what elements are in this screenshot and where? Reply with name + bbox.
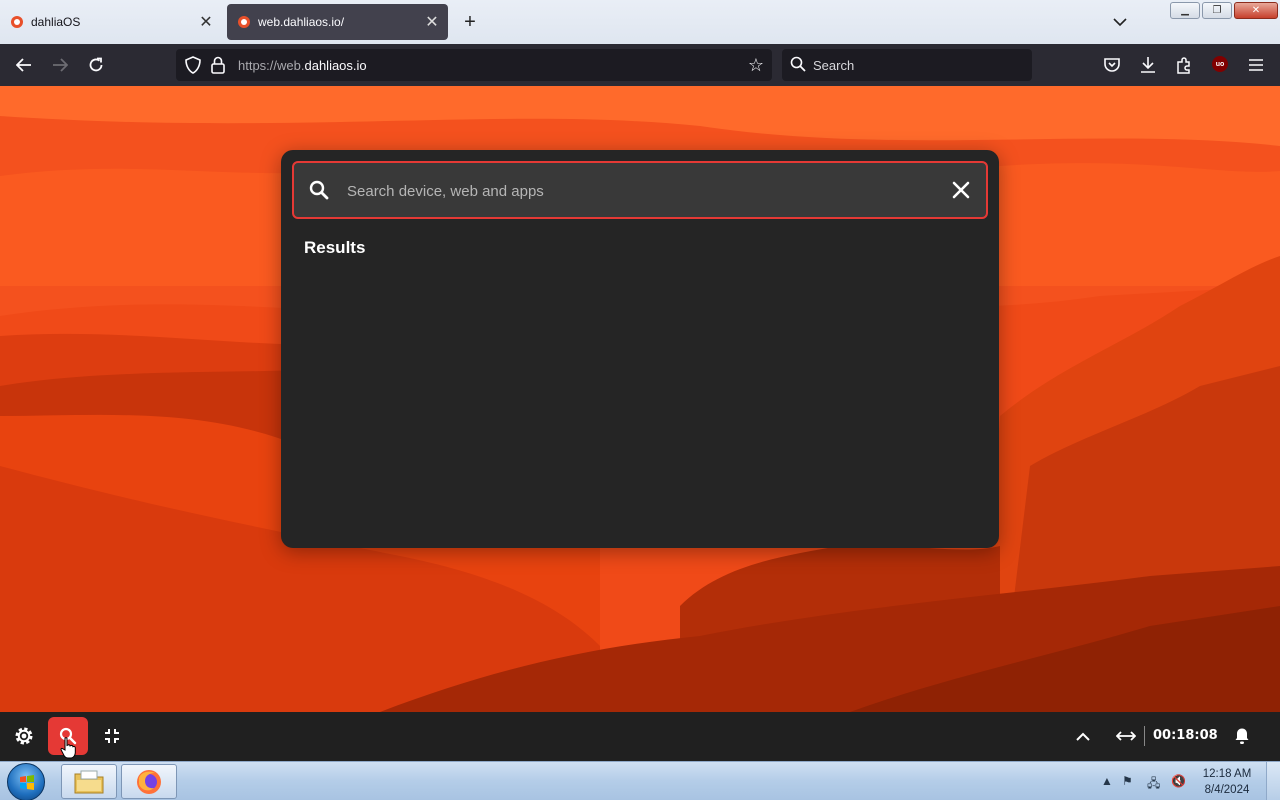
ublock-origin-icon[interactable]: uo	[1212, 56, 1228, 72]
file-explorer-taskbar-button[interactable]	[61, 764, 117, 799]
back-icon[interactable]	[12, 53, 36, 77]
os-shelf: 00:18:08	[0, 712, 1280, 761]
launcher-search-input[interactable]	[347, 178, 927, 204]
pocket-icon[interactable]	[1100, 53, 1124, 77]
overview-grid-icon[interactable]	[92, 717, 132, 755]
tab-strip: dahliaOS ✕ web.dahliaos.io/ ✕ + ▁ ❐ ✕	[0, 0, 1280, 44]
hand-cursor-icon	[60, 737, 76, 764]
lock-icon[interactable]	[210, 55, 226, 80]
dahlia-favicon-icon	[238, 16, 250, 28]
chevron-up-icon[interactable]	[1063, 717, 1103, 755]
url-bar[interactable]: https://web.dahliaos.io ☆	[176, 49, 772, 81]
show-hidden-icons-chevron-icon[interactable]: ▲	[1101, 774, 1113, 788]
windows-taskbar: ▲ ⚑ 🖧 🔇 12:18 AM 8/4/2024	[0, 761, 1280, 800]
list-all-tabs-chevron-icon[interactable]	[1108, 10, 1132, 34]
shelf-divider	[1144, 726, 1145, 746]
new-tab-button[interactable]: +	[458, 10, 482, 34]
menu-hamburger-icon[interactable]	[1244, 53, 1268, 77]
forward-icon[interactable]	[48, 53, 72, 77]
firefox-icon	[137, 769, 161, 794]
reload-icon[interactable]	[84, 53, 108, 77]
taskbar-clock[interactable]: 12:18 AM 8/4/2024	[1196, 766, 1258, 798]
results-heading: Results	[304, 238, 366, 257]
downloads-icon[interactable]	[1136, 53, 1160, 77]
settings-gear-icon[interactable]	[4, 717, 44, 755]
network-arrows-icon[interactable]	[1106, 717, 1146, 755]
tab-close-icon[interactable]: ✕	[194, 10, 218, 34]
browser-search-bar[interactable]: Search	[782, 49, 1032, 81]
window-controls: ▁ ❐ ✕	[1170, 2, 1278, 19]
notification-bell-icon[interactable]	[1222, 717, 1262, 755]
taskbar-time: 12:18 AM	[1202, 768, 1252, 780]
show-desktop-button[interactable]	[1266, 762, 1280, 800]
search-icon	[790, 56, 806, 77]
dahlia-favicon-icon	[11, 16, 23, 28]
firefox-taskbar-button[interactable]	[121, 764, 177, 799]
volume-muted-icon[interactable]: 🔇	[1171, 774, 1186, 788]
tab-title: web.dahliaos.io/	[258, 15, 345, 29]
nav-bar: https://web.dahliaos.io ☆ Search	[0, 44, 1280, 86]
network-monitor-icon[interactable]: 🖧	[1147, 774, 1160, 795]
clear-search-close-icon[interactable]	[950, 179, 972, 201]
tab-dahliaos[interactable]: dahliaOS ✕	[0, 4, 222, 40]
bookmark-star-icon[interactable]: ☆	[744, 53, 768, 77]
search-icon	[309, 180, 329, 205]
tab-close-icon[interactable]: ✕	[420, 10, 444, 34]
minimize-button[interactable]: ▁	[1170, 2, 1200, 19]
launcher-search-panel: Results	[281, 150, 999, 548]
windows-logo-icon	[20, 775, 34, 790]
url-text: https://web.dahliaos.io	[238, 58, 367, 73]
extensions-icon[interactable]	[1172, 53, 1196, 77]
tracking-shield-icon[interactable]	[184, 55, 202, 80]
shelf-clock[interactable]: 00:18:08	[1153, 728, 1218, 743]
start-button[interactable]	[7, 763, 45, 800]
tab-title: dahliaOS	[31, 15, 81, 29]
action-center-flag-icon[interactable]: ⚑	[1122, 774, 1133, 788]
taskbar-date: 8/4/2024	[1204, 784, 1250, 796]
window-close-button[interactable]: ✕	[1234, 2, 1278, 19]
tab-web-dahliaos[interactable]: web.dahliaos.io/ ✕	[227, 4, 448, 40]
folder-icon	[74, 770, 104, 793]
search-placeholder: Search	[813, 58, 855, 73]
restore-button[interactable]: ❐	[1202, 2, 1232, 19]
launcher-search-box[interactable]	[292, 161, 988, 219]
